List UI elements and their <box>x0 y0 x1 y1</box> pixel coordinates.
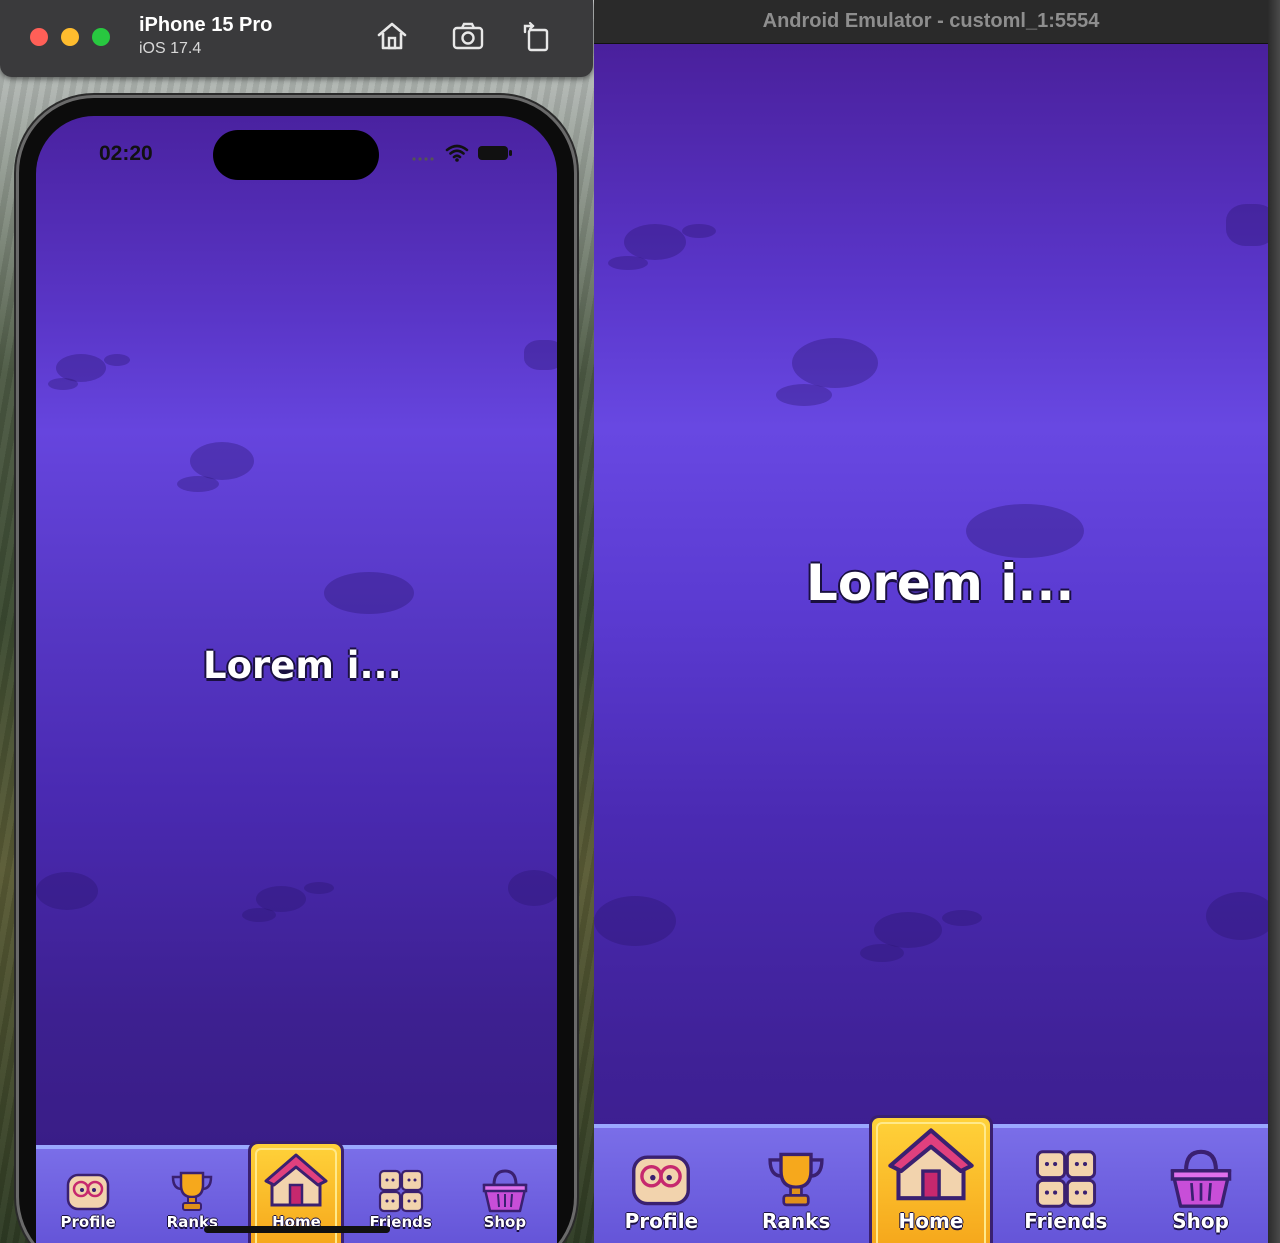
android-window-title: Android Emulator - customl_1:5554 <box>762 10 1100 32</box>
tab-home-label: Home <box>898 1209 964 1233</box>
background-blob <box>1226 204 1268 246</box>
tab-shop-label: Shop <box>1172 1209 1229 1233</box>
background-blob <box>1206 892 1268 940</box>
house-icon <box>888 1128 974 1201</box>
background-blob <box>624 224 686 260</box>
center-title: Lorem i... <box>806 554 1075 612</box>
profile-face-icon <box>66 1173 110 1211</box>
home-icon[interactable] <box>374 18 410 54</box>
trophy-icon <box>768 1152 824 1207</box>
minimize-window-button[interactable] <box>61 28 79 46</box>
iphone-screen: 02:20 Lorem i... <box>36 116 557 1243</box>
close-window-button[interactable] <box>30 28 48 46</box>
tab-shop[interactable]: Shop <box>1139 1131 1263 1243</box>
signal-dots-icon <box>411 146 437 165</box>
simulator-device-name: iPhone 15 Pro <box>139 14 273 36</box>
tab-friends[interactable]: Friends <box>1004 1131 1128 1243</box>
background-blob <box>104 354 130 366</box>
background-blob <box>324 572 414 614</box>
background-blob <box>190 442 254 480</box>
background-blob <box>508 870 557 906</box>
shop-basket-icon <box>482 1169 528 1213</box>
tab-profile-label: Profile <box>60 1213 116 1231</box>
android-emulator-titlebar: Android Emulator - customl_1:5554 <box>594 0 1268 44</box>
profile-face-icon <box>632 1155 691 1206</box>
rotate-icon[interactable] <box>519 18 555 54</box>
background-blob <box>682 224 716 238</box>
camera-icon[interactable] <box>450 18 486 54</box>
status-time: 02:20 <box>99 142 153 165</box>
background-blob <box>608 256 648 270</box>
android-screen: Lorem i... <box>594 44 1268 1243</box>
home-indicator[interactable] <box>204 1226 390 1233</box>
tab-ranks-label: Ranks <box>762 1209 831 1233</box>
zoom-window-button[interactable] <box>92 28 110 46</box>
tab-profile-label: Profile <box>624 1209 699 1233</box>
trophy-icon <box>172 1171 213 1211</box>
tab-profile[interactable]: Profile <box>599 1131 723 1243</box>
ios-simulator-toolbar: iPhone 15 Pro iOS 17.4 <box>0 0 593 77</box>
center-title: Lorem i... <box>203 644 402 687</box>
background-blob <box>242 908 276 922</box>
friends-blocks-icon <box>1035 1150 1096 1208</box>
battery-icon <box>477 144 513 166</box>
background-blob <box>36 872 98 910</box>
background-blob <box>177 476 219 492</box>
background-blob <box>48 378 78 390</box>
background-blob <box>594 896 676 946</box>
tab-ranks[interactable]: Ranks <box>734 1131 858 1243</box>
friends-blocks-icon <box>378 1169 423 1213</box>
tab-friends-label: Friends <box>1024 1209 1108 1233</box>
background-blob <box>304 882 334 894</box>
window-edge <box>1268 0 1280 1243</box>
tab-home[interactable]: Home <box>868 1115 993 1243</box>
background-blob <box>966 504 1084 558</box>
shop-basket-icon <box>1170 1149 1231 1208</box>
background-blob <box>874 912 942 948</box>
status-icons <box>411 144 513 166</box>
background-blob <box>792 338 878 388</box>
background-blob <box>942 910 982 926</box>
wifi-icon <box>445 144 469 166</box>
android-tab-bar: Profile Ranks Home Friends Shop <box>594 1115 1268 1243</box>
house-icon <box>264 1153 328 1207</box>
dynamic-island <box>213 130 379 180</box>
tab-profile[interactable]: Profile <box>40 1153 136 1243</box>
background-blob <box>860 944 904 962</box>
simulator-os-version: iOS 17.4 <box>139 40 202 57</box>
background-blob <box>524 340 557 370</box>
background-blob <box>776 384 832 406</box>
tab-shop-label: Shop <box>483 1213 527 1231</box>
tab-shop[interactable]: Shop <box>457 1153 553 1243</box>
